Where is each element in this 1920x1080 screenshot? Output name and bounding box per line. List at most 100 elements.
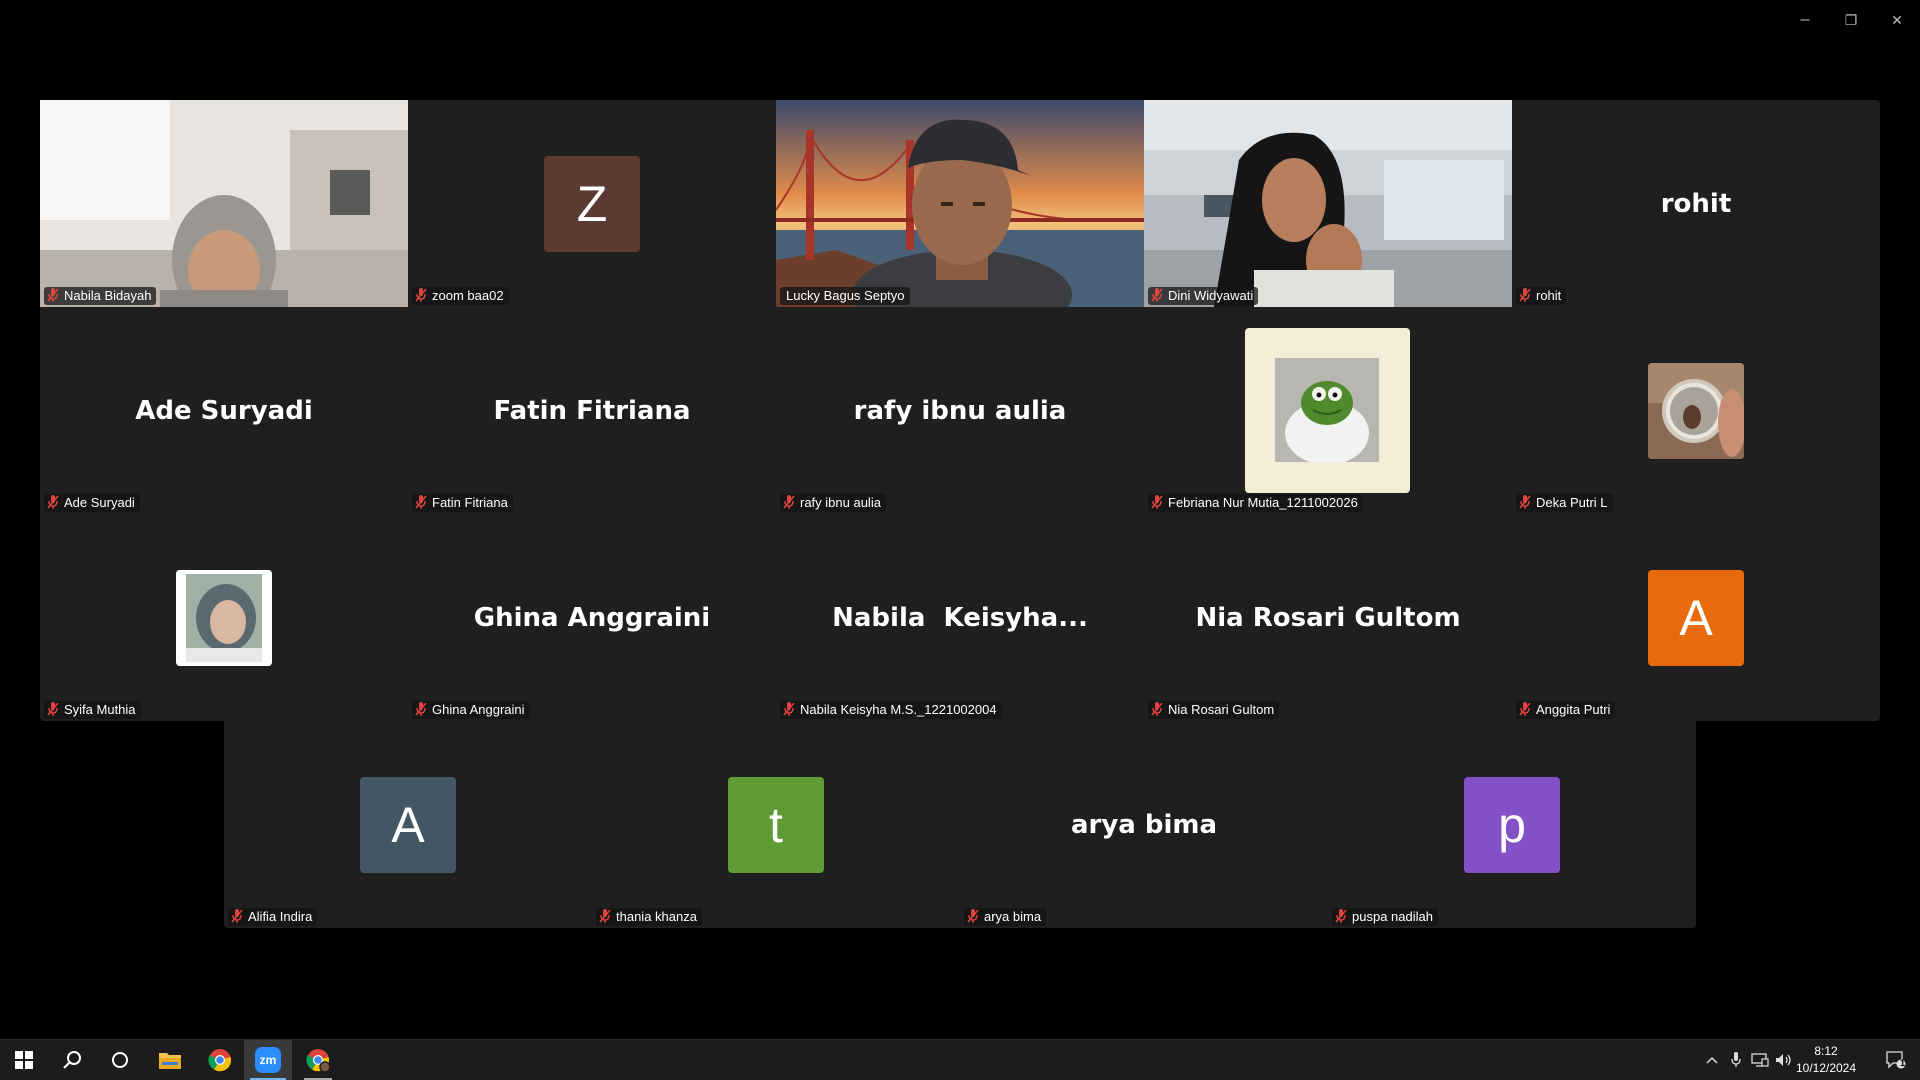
mic-muted-icon: [231, 909, 243, 923]
participant-tile-rohit[interactable]: rohit rohit: [1512, 100, 1880, 307]
participant-name-tag: Alifia Indira: [228, 908, 318, 926]
participant-tile-arya-bima[interactable]: arya bima arya bima: [960, 721, 1328, 928]
initial-avatar: A: [1648, 569, 1744, 666]
participant-display-name: Ade Suryadi: [135, 395, 313, 426]
taskbar-clock[interactable]: 8:12 10/12/2024: [1786, 1043, 1866, 1077]
initial-avatar: A: [360, 776, 456, 873]
network-icon: [1751, 1053, 1769, 1067]
participant-tile-febriana-nur-mutia[interactable]: Febriana Nur Mutia_1211002026: [1144, 307, 1512, 514]
search-button[interactable]: [48, 1040, 96, 1080]
hijab-selfie-picture-icon: [176, 569, 272, 666]
profile-picture: [1245, 328, 1410, 493]
participant-display-name: arya bima: [1070, 809, 1218, 840]
participant-display-name: Ghina Anggraini: [473, 602, 711, 633]
participant-name-tag: rafy ibnu aulia: [780, 494, 886, 512]
microphone-tray[interactable]: [1724, 1040, 1748, 1080]
taskbar-file-explorer[interactable]: [146, 1040, 194, 1080]
participant-tile-nia-rosari-gultom[interactable]: Nia Rosari Gultom Nia Rosari Gultom: [1144, 514, 1512, 721]
participant-tile-fatin-fitriana[interactable]: Fatin Fitriana Fatin Fitriana: [408, 307, 776, 514]
participant-display-name: Nia Rosari Gultom: [1195, 602, 1461, 633]
participant-tile-alifia-indira[interactable]: A Alifia Indira: [224, 721, 592, 928]
windows-logo-icon: [15, 1051, 33, 1069]
close-button[interactable]: ✕: [1880, 8, 1914, 32]
participant-name-tag: Febriana Nur Mutia_1211002026: [1148, 494, 1363, 512]
clock-time: 8:12: [1814, 1044, 1838, 1058]
mirror-selfie-picture-icon: [1648, 362, 1744, 459]
participant-tile-lucky-bagus-septyo[interactable]: Lucky Bagus Septyo: [776, 100, 1144, 307]
mic-muted-icon: [47, 702, 59, 716]
mic-muted-icon: [1151, 702, 1163, 716]
participant-display-name: Nabila Keisyha...: [832, 602, 1088, 633]
participant-name-tag: Deka Putri L: [1516, 494, 1613, 512]
participant-name-tag: Ghina Anggraini: [412, 701, 530, 719]
participant-display-name: Fatin Fitriana: [493, 395, 691, 426]
participant-tile-nabila-keisyha[interactable]: Nabila Keisyha... Nabila Keisyha M.S._12…: [776, 514, 1144, 721]
mic-muted-icon: [1519, 702, 1531, 716]
taskbar-chrome-profile[interactable]: [294, 1040, 342, 1080]
zoom-window: – ❐ ✕ Nabila Bidayah Z zoom baa02 Lucky …: [0, 0, 1920, 1080]
participant-display-name: rohit: [1660, 188, 1732, 219]
initial-avatar: p: [1464, 776, 1560, 873]
show-hidden-icons[interactable]: [1700, 1040, 1724, 1080]
action-center-button[interactable]: 1: [1876, 1040, 1916, 1080]
participant-name-tag: zoom baa02: [412, 287, 509, 305]
gallery-view: Nabila Bidayah Z zoom baa02 Lucky Bagus …: [40, 100, 1880, 721]
taskbar-zoom[interactable]: zm: [244, 1040, 292, 1080]
cortana-circle-icon: [112, 1052, 128, 1068]
mic-muted-icon: [599, 909, 611, 923]
folder-icon: [159, 1053, 181, 1069]
mic-muted-icon: [967, 909, 979, 923]
participant-name-tag: Dini Widyawati: [1148, 287, 1259, 305]
participant-name-tag: Nabila Bidayah: [44, 287, 157, 305]
mic-muted-icon: [1335, 909, 1347, 923]
zoom-app-icon: zm: [255, 1047, 281, 1073]
mic-muted-icon: [47, 288, 59, 302]
chevron-up-icon: [1706, 1056, 1718, 1064]
participant-tile-puspa-nadilah[interactable]: p puspa nadilah: [1328, 721, 1696, 928]
minimize-button[interactable]: –: [1788, 8, 1822, 32]
restore-button[interactable]: ❐: [1834, 8, 1868, 32]
participant-tile-anggita-putri[interactable]: A Anggita Putri: [1512, 514, 1880, 721]
mic-muted-icon: [415, 702, 427, 716]
participant-name-tag: Anggita Putri: [1516, 701, 1616, 719]
windows-taskbar: zm 8:12 10/12/2024 1: [0, 1039, 1920, 1080]
participant-name-tag: Fatin Fitriana: [412, 494, 513, 512]
participant-tile-syifa-muthia[interactable]: Syifa Muthia: [40, 514, 408, 721]
participant-name-tag: puspa nadilah: [1332, 908, 1438, 926]
participant-name-tag: Nabila Keisyha M.S._1221002004: [780, 701, 1002, 719]
participant-name-tag: Ade Suryadi: [44, 494, 140, 512]
participant-tile-nabila-bidayah[interactable]: Nabila Bidayah: [40, 100, 408, 307]
start-button[interactable]: [0, 1040, 48, 1080]
chrome-icon: [306, 1049, 330, 1072]
gallery-view-row-4: A Alifia Indira t thania khanza arya bim…: [224, 721, 1696, 928]
notification-count: 1: [1900, 1058, 1906, 1068]
kermit-picture-icon: [1275, 358, 1379, 462]
video-feed: [1144, 100, 1512, 307]
participant-tile-zoom-baa02[interactable]: Z zoom baa02: [408, 100, 776, 307]
participant-name-tag: Lucky Bagus Septyo: [780, 287, 910, 305]
participant-display-name: rafy ibnu aulia: [853, 395, 1067, 426]
mic-muted-icon: [415, 495, 427, 509]
microphone-icon: [1731, 1052, 1741, 1067]
mic-muted-icon: [1151, 495, 1163, 509]
search-icon: [63, 1051, 81, 1069]
mic-muted-icon: [783, 495, 795, 509]
profile-picture: [176, 569, 272, 666]
chrome-icon: [208, 1049, 232, 1072]
participant-name-tag: arya bima: [964, 908, 1047, 926]
profile-picture: [1648, 362, 1744, 459]
mic-muted-icon: [1151, 288, 1163, 302]
taskbar-chrome[interactable]: [196, 1040, 244, 1080]
network-tray[interactable]: [1748, 1040, 1772, 1080]
participant-name-tag: rohit: [1516, 287, 1567, 305]
participant-tile-rafy-ibnu-aulia[interactable]: rafy ibnu aulia rafy ibnu aulia: [776, 307, 1144, 514]
task-view-button[interactable]: [96, 1040, 144, 1080]
participant-tile-deka-putri-l[interactable]: Deka Putri L: [1512, 307, 1880, 514]
participant-tile-thania-khanza[interactable]: t thania khanza: [592, 721, 960, 928]
participant-tile-ade-suryadi[interactable]: Ade Suryadi Ade Suryadi: [40, 307, 408, 514]
participant-tile-dini-widyawati[interactable]: Dini Widyawati: [1144, 100, 1512, 307]
participant-tile-ghina-anggraini[interactable]: Ghina Anggraini Ghina Anggraini: [408, 514, 776, 721]
participant-name-tag: Syifa Muthia: [44, 701, 141, 719]
mic-muted-icon: [1519, 288, 1531, 302]
video-feed: [776, 100, 1144, 307]
